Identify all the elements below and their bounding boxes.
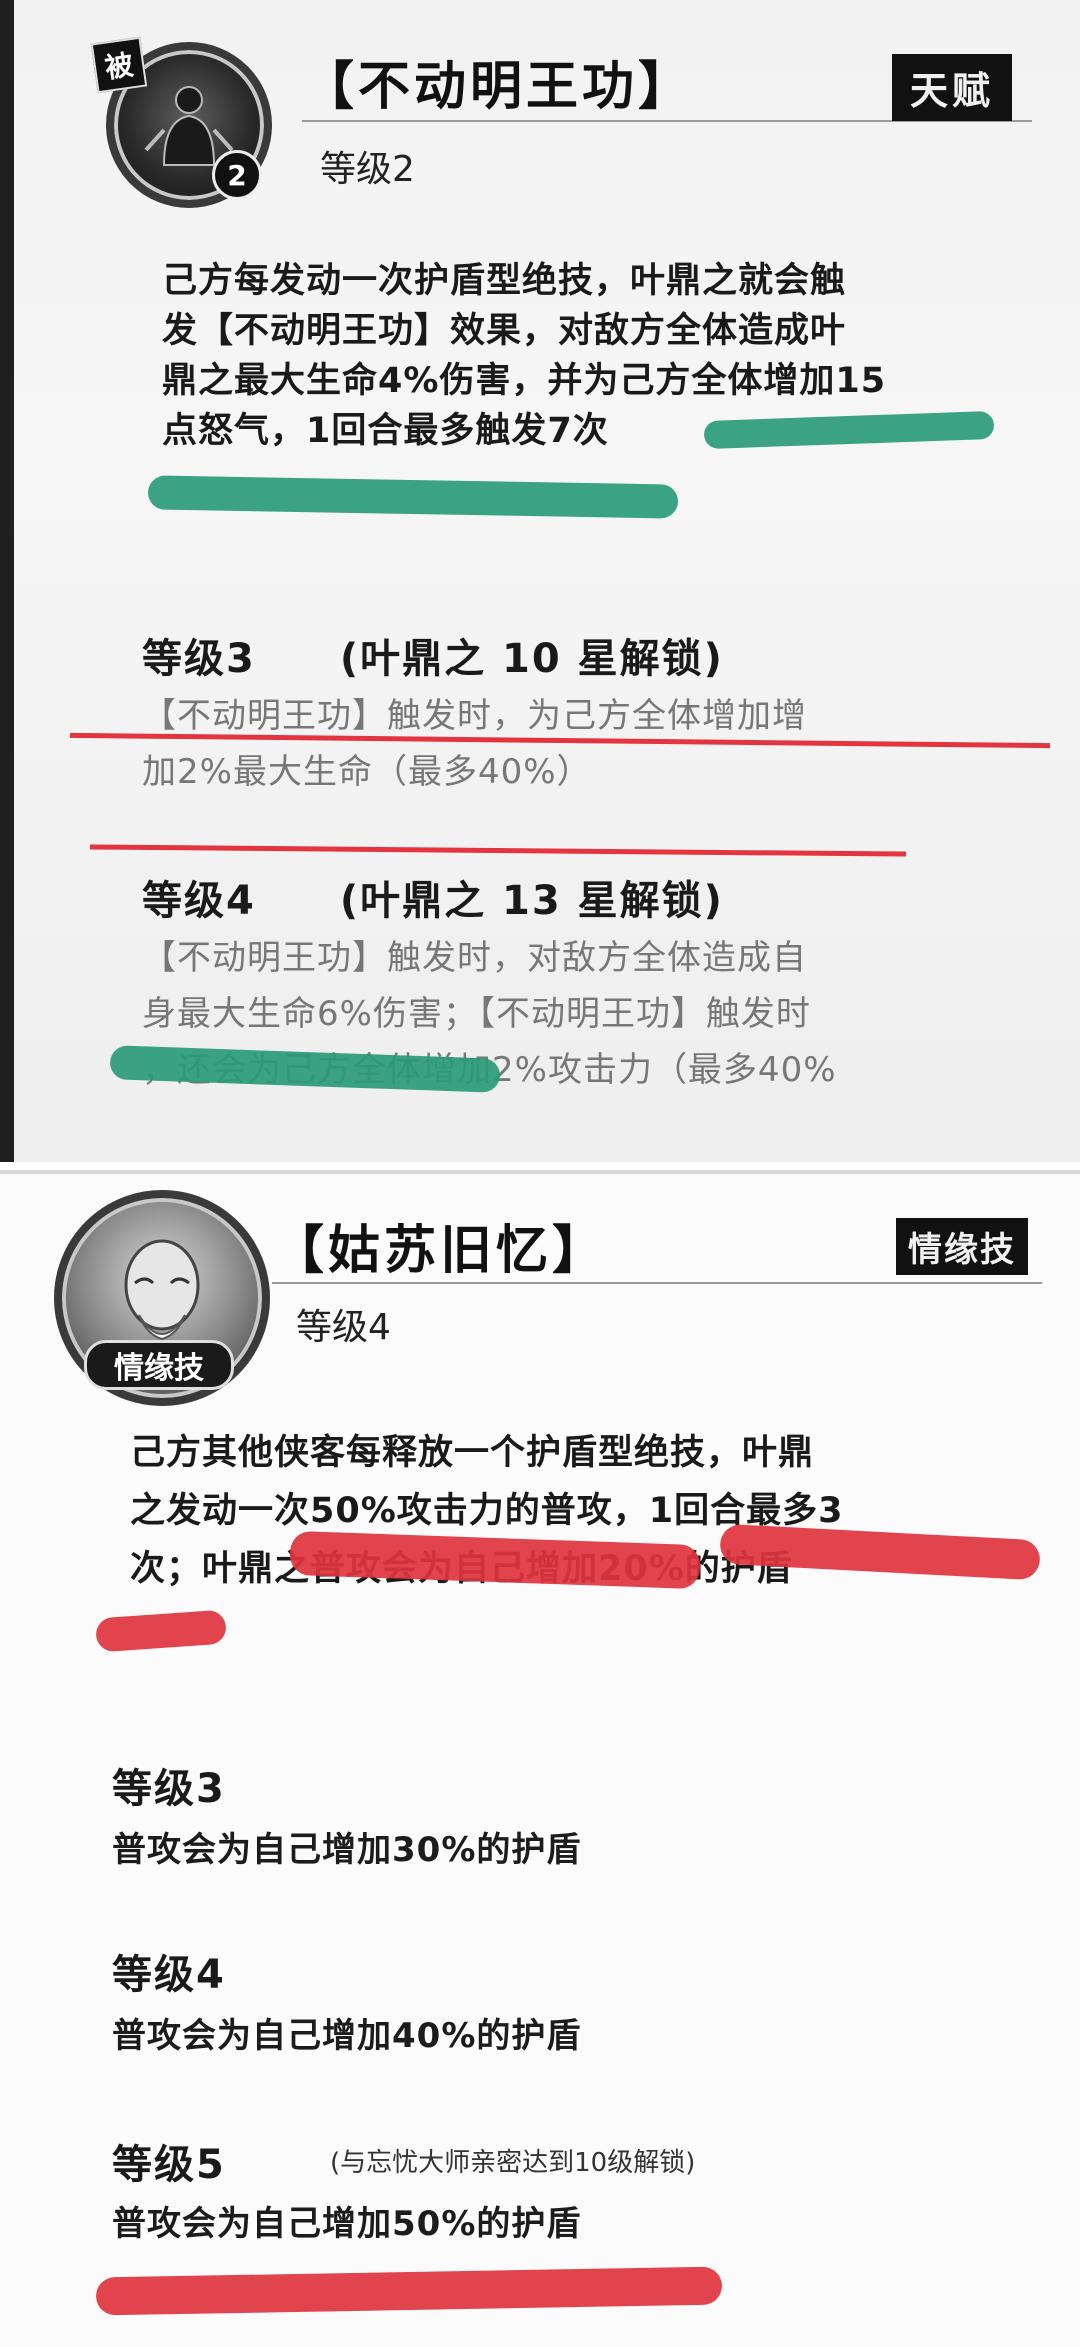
- passive-badge: 被: [90, 36, 148, 94]
- level5-body: 普攻会为自己增加50%的护盾: [112, 2204, 582, 2244]
- level3-line: 加2%最大生命（最多40%）: [142, 752, 592, 792]
- desc-line: 之发动一次50%攻击力的普攻，1回合最多3: [130, 1491, 844, 1531]
- title-divider: [272, 1282, 1042, 1284]
- level4-line: 【不动明王功】触发时，对敌方全体造成自: [142, 938, 807, 978]
- red-highlight-stroke: [94, 1609, 228, 1653]
- desc-line: 发【不动明王功】效果，对敌方全体造成叶: [162, 311, 847, 351]
- desc-line: 己方每发动一次护盾型绝技，叶鼎之就会触: [162, 261, 847, 301]
- desc-line: 己方其他侠客每释放一个护盾型绝技，叶鼎: [130, 1433, 815, 1473]
- level5-heading: 等级5: [112, 2142, 226, 2188]
- skill-level: 等级2: [320, 149, 415, 190]
- skill-card-bond: 情缘技 【姑苏旧忆】 等级4 情缘技 己方其他侠客每释放一个护盾型绝技，叶鼎 之…: [0, 1170, 1080, 2347]
- skill-title: 【姑苏旧忆】: [272, 1221, 609, 1281]
- level4-heading: 等级4 (叶鼎之 13 星解锁): [142, 878, 724, 924]
- level3-heading: 等级3 (叶鼎之 10 星解锁): [142, 636, 724, 682]
- level5-unlock-note: (与忘忧大师亲密达到10级解锁): [330, 2148, 696, 2178]
- skill-level: 等级4: [296, 1307, 391, 1348]
- red-highlight-stroke: [95, 2266, 723, 2316]
- level4-line: 身最大生命6%伤害；【不动明王功】触发时: [142, 994, 811, 1034]
- skill-title: 【不动明王功】: [302, 57, 695, 117]
- level3-heading: 等级3: [112, 1766, 226, 1812]
- talent-tag: 天赋: [892, 54, 1013, 121]
- level4-heading: 等级4: [112, 1952, 226, 1998]
- level3-body: 普攻会为自己增加30%的护盾: [112, 1830, 582, 1870]
- level4-body: 普攻会为自己增加40%的护盾: [112, 2016, 582, 2056]
- green-highlight-stroke: [147, 475, 679, 519]
- red-underline: [89, 844, 907, 857]
- bond-tag: 情缘技: [896, 1218, 1028, 1275]
- desc-line: 鼎之最大生命4%伤害，并为己方全体增加15: [162, 361, 887, 401]
- avatar-level-badge: 2: [212, 150, 262, 200]
- bond-skill-badge: 情缘技: [84, 1340, 234, 1390]
- skill-card-talent: 被 2 【不动明王功】 等级2 天赋 己方每发动一次护盾型绝技，叶鼎之就会触 发…: [0, 0, 1080, 1162]
